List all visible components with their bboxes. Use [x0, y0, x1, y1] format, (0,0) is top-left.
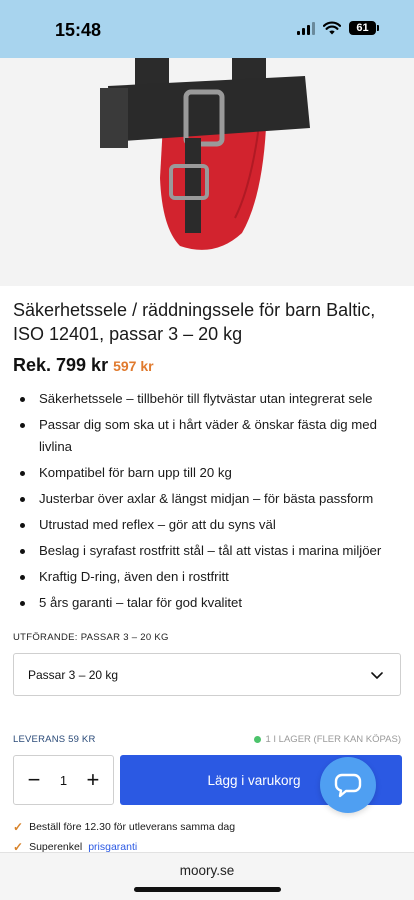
- feature-item: Justerbar över axlar & längst midjan – f…: [13, 488, 405, 510]
- in-stock-dot-icon: [254, 736, 262, 743]
- variant-label: UTFÖRANDE: PASSAR 3 – 20 KG: [13, 632, 169, 643]
- usp-same-day: ✓ Beställ före 12.30 för utleverans samm…: [13, 820, 235, 834]
- feature-item: Säkerhetssele – tillbehör till flytvästa…: [13, 388, 405, 410]
- chat-button[interactable]: [320, 757, 376, 813]
- battery-icon: 61: [349, 21, 379, 35]
- chat-bubble-icon: [334, 773, 362, 798]
- feature-item: Kompatibel för barn upp till 20 kg: [13, 462, 405, 484]
- sale-price: 597 kr: [113, 358, 154, 374]
- status-time: 15:48: [55, 20, 102, 40]
- stock-text: 1 I LAGER (FLER KAN KÖPAS): [265, 734, 401, 745]
- price-row: Rek. 799 kr 597 kr: [13, 355, 154, 376]
- stock-status: 1 I LAGER (FLER KAN KÖPAS): [254, 734, 401, 745]
- delivery-cost: LEVERANS 59 KR: [13, 734, 96, 745]
- browser-bar: moory.se: [0, 852, 414, 900]
- harness-illustration: [0, 58, 414, 286]
- checkmark-icon: ✓: [13, 820, 24, 834]
- url-display[interactable]: moory.se: [0, 863, 414, 878]
- product-title: Säkerhetssele / räddningssele för barn B…: [13, 300, 376, 344]
- status-icons: 61: [297, 21, 379, 35]
- recommended-price: Rek. 799 kr: [13, 355, 109, 375]
- variant-select[interactable]: Passar 3 – 20 kg: [13, 653, 401, 696]
- quantity-stepper: − 1 +: [13, 755, 114, 805]
- feature-item: 5 års garanti – talar för god kvalitet: [13, 592, 405, 614]
- feature-item: Passar dig som ska ut i hårt väder & öns…: [13, 414, 405, 458]
- quantity-value[interactable]: 1: [60, 773, 67, 788]
- status-bar: 15:48 61: [0, 0, 414, 58]
- product-image[interactable]: [0, 58, 414, 286]
- variant-selected-value: Passar 3 – 20 kg: [28, 667, 119, 682]
- feature-item: Utrustad med reflex – gör att du syns vä…: [13, 514, 405, 536]
- cellular-signal-icon: [297, 21, 315, 35]
- chevron-down-icon: [371, 672, 383, 679]
- feature-list: Säkerhetssele – tillbehör till flytvästa…: [13, 388, 405, 618]
- feature-item: Beslag i syrafast rostfritt stål – tål a…: [13, 540, 405, 562]
- usp-text: Beställ före 12.30 för utleverans samma …: [29, 821, 236, 833]
- home-indicator[interactable]: [134, 887, 281, 892]
- feature-item: Kraftig D-ring, även den i rostfritt: [13, 566, 405, 588]
- wifi-icon: [323, 21, 341, 35]
- increase-quantity-button[interactable]: +: [83, 769, 103, 791]
- decrease-quantity-button[interactable]: −: [24, 769, 44, 791]
